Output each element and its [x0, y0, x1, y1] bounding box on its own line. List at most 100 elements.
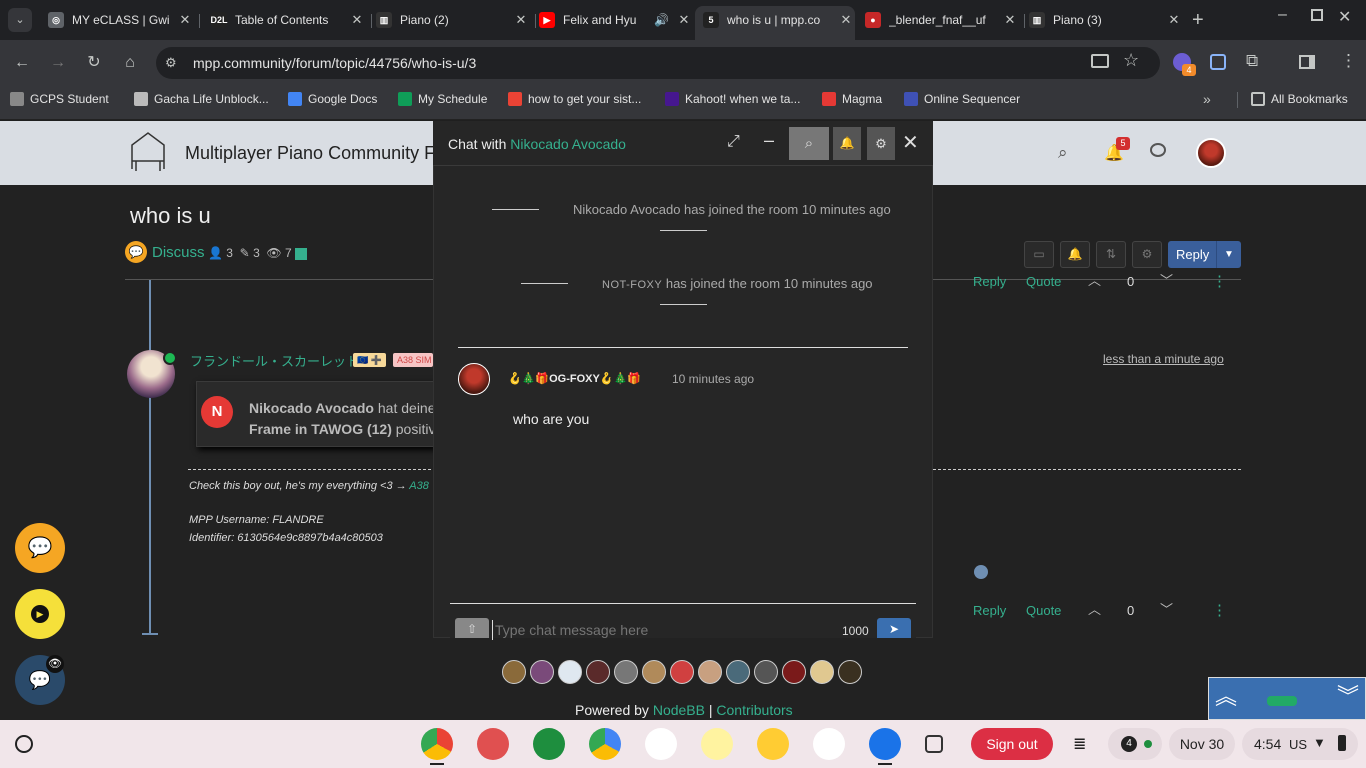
url-text[interactable]: mpp.community/forum/topic/44756/who-is-u…: [193, 55, 476, 71]
paint-icon[interactable]: [477, 728, 509, 760]
emoji-app-icon[interactable]: [757, 728, 789, 760]
online-user-avatar[interactable]: [586, 660, 610, 684]
online-user-avatar[interactable]: [558, 660, 582, 684]
tab-search-button[interactable]: ⌄: [8, 8, 32, 32]
prev-post-menu-icon[interactable]: ⋮: [1212, 272, 1227, 290]
watch-bell-button[interactable]: 🔔: [1060, 241, 1090, 268]
back-button[interactable]: ←: [12, 53, 32, 73]
chat-notify-button[interactable]: 🔔: [833, 127, 861, 160]
site-title[interactable]: Multiplayer Piano Community Fo: [185, 143, 445, 164]
bookmark-item[interactable]: Google Docs: [288, 92, 377, 106]
post-timestamp[interactable]: less than a minute ago: [1103, 352, 1224, 366]
bookmark-item[interactable]: how to get your sist...: [508, 92, 641, 106]
all-bookmarks-button[interactable]: All Bookmarks: [1251, 92, 1348, 106]
tab-close-icon[interactable]: ✕: [1001, 12, 1019, 28]
site-logo[interactable]: [128, 129, 168, 173]
new-tab-button[interactable]: +: [1192, 9, 1204, 32]
tab-close-icon[interactable]: ✕: [176, 12, 194, 28]
prev-quote-link[interactable]: Quote: [1026, 274, 1061, 289]
prev-upvote-icon[interactable]: ︿: [1088, 270, 1101, 289]
extension-icon-2[interactable]: [1210, 54, 1226, 70]
prev-reply-link[interactable]: Reply: [973, 274, 1006, 289]
bookmark-item[interactable]: Online Sequencer: [904, 92, 1020, 106]
chat-close-icon[interactable]: ✕: [902, 130, 919, 155]
tab-3[interactable]: ▥ Piano (2) ✕: [368, 6, 530, 34]
search-icon[interactable]: ⌕: [1058, 143, 1068, 163]
online-user-avatar[interactable]: [642, 660, 666, 684]
online-user-avatar[interactable]: [502, 660, 526, 684]
move-button[interactable]: ▭: [1024, 241, 1054, 268]
post-reply-link[interactable]: Reply: [973, 603, 1006, 618]
scroll-bottom-icon[interactable]: ︾: [1337, 682, 1359, 712]
tab-close-icon[interactable]: ✕: [675, 12, 693, 28]
reply-button[interactable]: Reply ▼: [1168, 241, 1241, 268]
site-info-icon[interactable]: ⚙: [165, 55, 177, 71]
media-controls-icon[interactable]: ≣: [1073, 734, 1086, 754]
online-user-avatar[interactable]: [754, 660, 778, 684]
post-downvote-icon[interactable]: ﹀: [1160, 599, 1173, 618]
post-upvote-icon[interactable]: ︿: [1088, 599, 1101, 618]
tab-close-icon[interactable]: ✕: [837, 12, 855, 28]
minimize-icon[interactable]: –: [764, 130, 774, 151]
upload-button[interactable]: ⇧: [455, 618, 489, 638]
minimize-window-button[interactable]: –: [1278, 6, 1287, 24]
more-bookmarks-icon[interactable]: »: [1203, 91, 1211, 107]
post-quote-link[interactable]: Quote: [1026, 603, 1061, 618]
install-app-icon[interactable]: [1091, 54, 1109, 68]
close-window-button[interactable]: ✕: [1338, 7, 1351, 27]
maximize-window-button[interactable]: [1311, 9, 1323, 21]
prev-downvote-icon[interactable]: ﹀: [1160, 270, 1173, 289]
sign-out-button[interactable]: Sign out: [971, 728, 1053, 760]
scroll-top-icon[interactable]: ︽: [1215, 682, 1237, 712]
tab-close-icon[interactable]: ✕: [512, 12, 530, 28]
tab-close-icon[interactable]: ✕: [1165, 12, 1183, 28]
tab-7[interactable]: ▥ Piano (3) ✕: [1021, 6, 1183, 34]
online-user-avatar[interactable]: [670, 660, 694, 684]
rss-icon[interactable]: [295, 247, 308, 260]
reaction-icon[interactable]: [974, 565, 988, 579]
chat-partner-link[interactable]: Nikocado Avocado: [510, 136, 626, 152]
audio-playing-icon[interactable]: 🔊: [654, 13, 669, 27]
classroom-icon[interactable]: [533, 728, 565, 760]
chrome-icon[interactable]: [421, 728, 453, 760]
contributors-link[interactable]: Contributors: [716, 702, 792, 718]
tab-6[interactable]: ● _blender_fnaf__uf ✕: [857, 6, 1019, 34]
expand-icon[interactable]: ⤢: [727, 133, 740, 151]
side-panel-icon[interactable]: [1299, 55, 1315, 69]
bookmark-item[interactable]: Gacha Life Unblock...: [134, 92, 269, 106]
message-username[interactable]: 🪝🎄🎁OG-FOXY🪝🎄🎁: [508, 372, 641, 385]
bookmark-star-icon[interactable]: ☆: [1123, 50, 1139, 71]
online-user-avatar[interactable]: [530, 660, 554, 684]
extensions-puzzle-icon[interactable]: ⧉: [1246, 51, 1258, 71]
browser-menu-icon[interactable]: ⋮: [1340, 51, 1357, 71]
notes-icon[interactable]: [701, 728, 733, 760]
online-user-avatar[interactable]: [810, 660, 834, 684]
online-user-avatar[interactable]: [698, 660, 722, 684]
bookmark-item[interactable]: My Schedule: [398, 92, 487, 106]
play-float-button[interactable]: ▶: [15, 589, 65, 639]
date-button[interactable]: Nov 30: [1169, 728, 1235, 760]
bookmark-item[interactable]: Kahoot! when we ta...: [665, 92, 800, 106]
home-icon[interactable]: ⌂: [120, 53, 140, 73]
post-author-name[interactable]: フランドール・スカーレット: [190, 351, 359, 370]
online-user-avatar[interactable]: [726, 660, 750, 684]
online-user-avatar[interactable]: [838, 660, 862, 684]
chats-icon[interactable]: [1150, 143, 1166, 157]
reply-dropdown-icon[interactable]: ▼: [1216, 241, 1241, 268]
message-avatar[interactable]: [458, 363, 490, 395]
reload-button[interactable]: ↻: [84, 53, 104, 73]
tab-close-icon[interactable]: ✕: [348, 12, 366, 28]
tab-1[interactable]: ◎ MY eCLASS | Gwi ✕: [40, 6, 194, 34]
sort-button[interactable]: ⇅: [1096, 241, 1126, 268]
bookmark-item[interactable]: GCPS Student: [10, 92, 109, 106]
camera-icon[interactable]: [869, 728, 901, 760]
send-button[interactable]: ➤: [877, 618, 911, 638]
tab-5[interactable]: 5 who is u | mpp.co ✕: [695, 6, 855, 40]
tab-4[interactable]: ▶ Felix and Hyu 🔊 ✕: [531, 6, 693, 34]
chat-search-button[interactable]: ⌕: [789, 127, 829, 160]
clock-app-icon[interactable]: [645, 728, 677, 760]
canvas-icon[interactable]: [813, 728, 845, 760]
user-avatar[interactable]: [1196, 138, 1226, 168]
category-link[interactable]: Discuss: [152, 244, 205, 261]
bookmark-item[interactable]: Magma: [822, 92, 882, 106]
